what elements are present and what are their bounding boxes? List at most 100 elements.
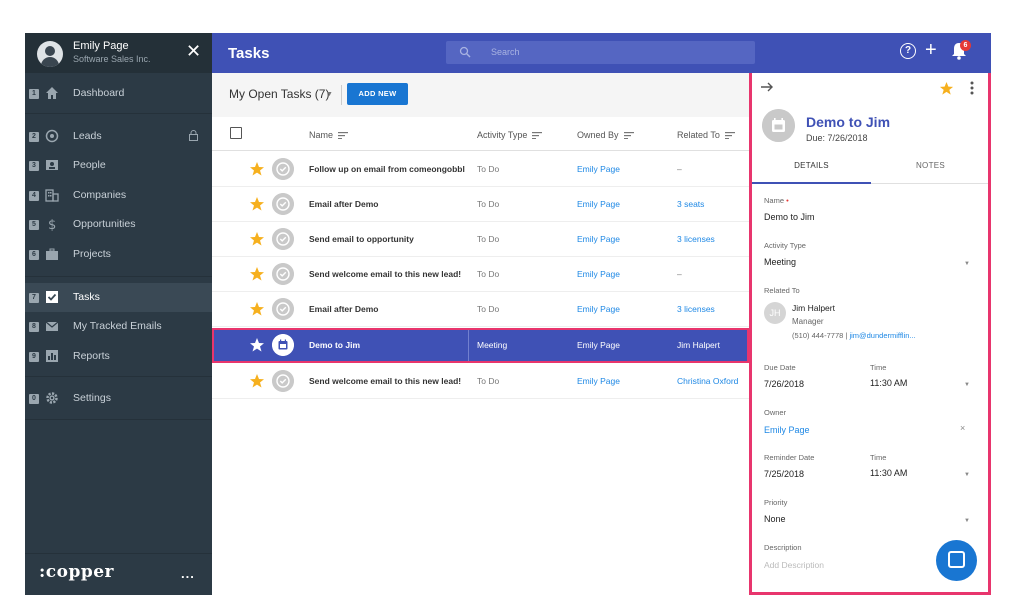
gear-icon [46, 392, 58, 404]
column-header-related-to[interactable]: Related To [677, 130, 735, 140]
sort-icon [623, 132, 634, 140]
owner-field[interactable]: Emily Page [764, 425, 810, 435]
star-icon[interactable] [249, 337, 265, 353]
star-icon[interactable] [249, 266, 265, 282]
due-time-field[interactable]: 11:30 AM [870, 378, 907, 388]
priority-select[interactable]: None [764, 514, 786, 524]
table-row[interactable]: Follow up on email from comeongobblu To … [212, 152, 749, 187]
calendar-icon[interactable] [272, 334, 294, 356]
copper-logo: :copper [39, 562, 115, 582]
owner-link[interactable]: Emily Page [577, 234, 620, 244]
star-icon[interactable] [249, 301, 265, 317]
sidebar-item-label: Reports [73, 350, 110, 362]
related-to-link[interactable]: Jim Halpert [677, 340, 749, 350]
owner-link[interactable]: Emily Page [577, 199, 620, 209]
task-name[interactable]: Email after Demo [309, 199, 465, 209]
task-check-icon[interactable] [272, 263, 294, 285]
add-icon[interactable]: + [925, 38, 937, 62]
star-icon[interactable] [249, 161, 265, 177]
sort-icon [532, 132, 543, 140]
chat-launcher-button[interactable] [936, 540, 977, 581]
task-check-icon[interactable] [272, 158, 294, 180]
owner-link[interactable]: Emily Page [577, 376, 620, 386]
help-icon[interactable]: ? [900, 43, 916, 59]
sidebar-item-people[interactable]: 3 People [25, 151, 212, 180]
add-new-button[interactable]: ADD NEW [347, 83, 408, 105]
sidebar-item-settings[interactable]: 0 Settings [25, 384, 212, 413]
table-header: Name Activity Type Owned By Related To [212, 117, 749, 151]
task-name[interactable]: Follow up on email from comeongobblu [309, 164, 465, 174]
chevron-down-icon[interactable]: ▼ [326, 91, 333, 98]
select-all-checkbox[interactable] [230, 127, 242, 139]
task-check-icon[interactable] [272, 228, 294, 250]
column-header-name[interactable]: Name [309, 130, 349, 140]
avatar[interactable] [37, 41, 63, 67]
related-to-link[interactable]: 3 seats [677, 199, 749, 209]
kebab-menu-icon[interactable] [970, 81, 974, 95]
task-name[interactable]: Send email to opportunity [309, 234, 465, 244]
chevron-down-icon[interactable]: ▼ [964, 518, 970, 524]
sidebar-item-tracked-emails[interactable]: 8 My Tracked Emails [25, 312, 212, 341]
owner-link[interactable]: Emily Page [577, 269, 620, 279]
reminder-date-field[interactable]: 7/25/2018 [764, 469, 804, 479]
task-name[interactable]: Send welcome email to this new lead! [309, 376, 465, 386]
reminder-time-field[interactable]: 11:30 AM [870, 468, 907, 478]
close-icon[interactable]: ✕ [186, 41, 201, 61]
related-to-link[interactable]: Christina Oxford [677, 376, 749, 386]
search-input[interactable]: Search [446, 41, 755, 64]
task-name[interactable]: Send welcome email to this new lead! [309, 269, 465, 279]
arrow-right-icon[interactable] [760, 81, 774, 93]
related-contact-name[interactable]: Jim Halpert [792, 303, 835, 313]
sidebar-item-dashboard[interactable]: 1 Dashboard [25, 79, 212, 108]
activity-type-select[interactable]: Meeting [764, 257, 796, 267]
task-check-icon[interactable] [272, 370, 294, 392]
star-icon[interactable] [249, 196, 265, 212]
tab-details[interactable]: DETAILS [752, 156, 871, 184]
more-menu-button[interactable]: ... [181, 566, 195, 581]
due-date-field[interactable]: 7/26/2018 [764, 379, 804, 389]
table-row[interactable]: Email after Demo To Do Emily Page 3 lice… [212, 292, 749, 327]
owner-link[interactable]: Emily Page [577, 164, 620, 174]
top-header: Tasks Search ? + 6 [212, 33, 991, 73]
view-selector[interactable]: My Open Tasks (7) [229, 87, 329, 101]
chevron-down-icon[interactable]: ▼ [964, 472, 970, 478]
clear-icon[interactable]: × [960, 423, 965, 433]
sidebar-item-opportunities[interactable]: 5 $ Opportunities [25, 210, 212, 239]
task-check-icon[interactable] [272, 193, 294, 215]
owner-link[interactable]: Emily Page [577, 340, 620, 350]
user-header[interactable]: Emily Page Software Sales Inc. ✕ [25, 33, 212, 73]
related-to-link[interactable]: 3 licenses [677, 304, 749, 314]
sidebar-item-reports[interactable]: 9 Reports [25, 342, 212, 371]
sidebar-item-label: People [73, 159, 106, 171]
name-field[interactable]: Demo to Jim [764, 212, 815, 222]
sidebar-item-projects[interactable]: 6 Projects [25, 240, 212, 269]
task-name[interactable]: Email after Demo [309, 304, 465, 314]
task-name[interactable]: Demo to Jim [309, 340, 465, 350]
related-to-link[interactable]: 3 licenses [677, 234, 749, 244]
table-row[interactable]: Email after Demo To Do Emily Page 3 seat… [212, 187, 749, 222]
sidebar: Emily Page Software Sales Inc. ✕ 1 Dashb… [25, 33, 212, 595]
sidebar-item-tasks[interactable]: 7 Tasks [25, 283, 212, 312]
briefcase-icon [46, 248, 58, 260]
column-header-owned-by[interactable]: Owned By [577, 130, 634, 140]
description-field[interactable]: Add Description [764, 560, 824, 570]
sidebar-item-companies[interactable]: 4 Companies [25, 181, 212, 210]
phone-number[interactable]: (510) 444-7778 [792, 331, 843, 340]
chevron-down-icon[interactable]: ▼ [964, 261, 970, 267]
star-icon[interactable] [249, 373, 265, 389]
column-header-activity-type[interactable]: Activity Type [477, 130, 543, 140]
owner-link[interactable]: Emily Page [577, 304, 620, 314]
table-row[interactable]: Send welcome email to this new lead! To … [212, 257, 749, 292]
table-row-selected[interactable]: Demo to Jim Meeting Emily Page Jim Halpe… [212, 328, 749, 363]
task-check-icon[interactable] [272, 298, 294, 320]
table-row[interactable]: Send email to opportunity To Do Emily Pa… [212, 222, 749, 257]
tab-notes[interactable]: NOTES [871, 156, 988, 184]
contact-avatar: JH [764, 302, 786, 324]
star-icon[interactable] [939, 81, 954, 96]
star-icon[interactable] [249, 231, 265, 247]
sidebar-item-leads[interactable]: 2 Leads [25, 122, 212, 151]
chevron-down-icon[interactable]: ▼ [964, 382, 970, 388]
table-row[interactable]: Send welcome email to this new lead! To … [212, 364, 749, 399]
email-link[interactable]: jim@dundermifflin... [849, 331, 915, 340]
reminder-time-label: Time [870, 453, 887, 462]
